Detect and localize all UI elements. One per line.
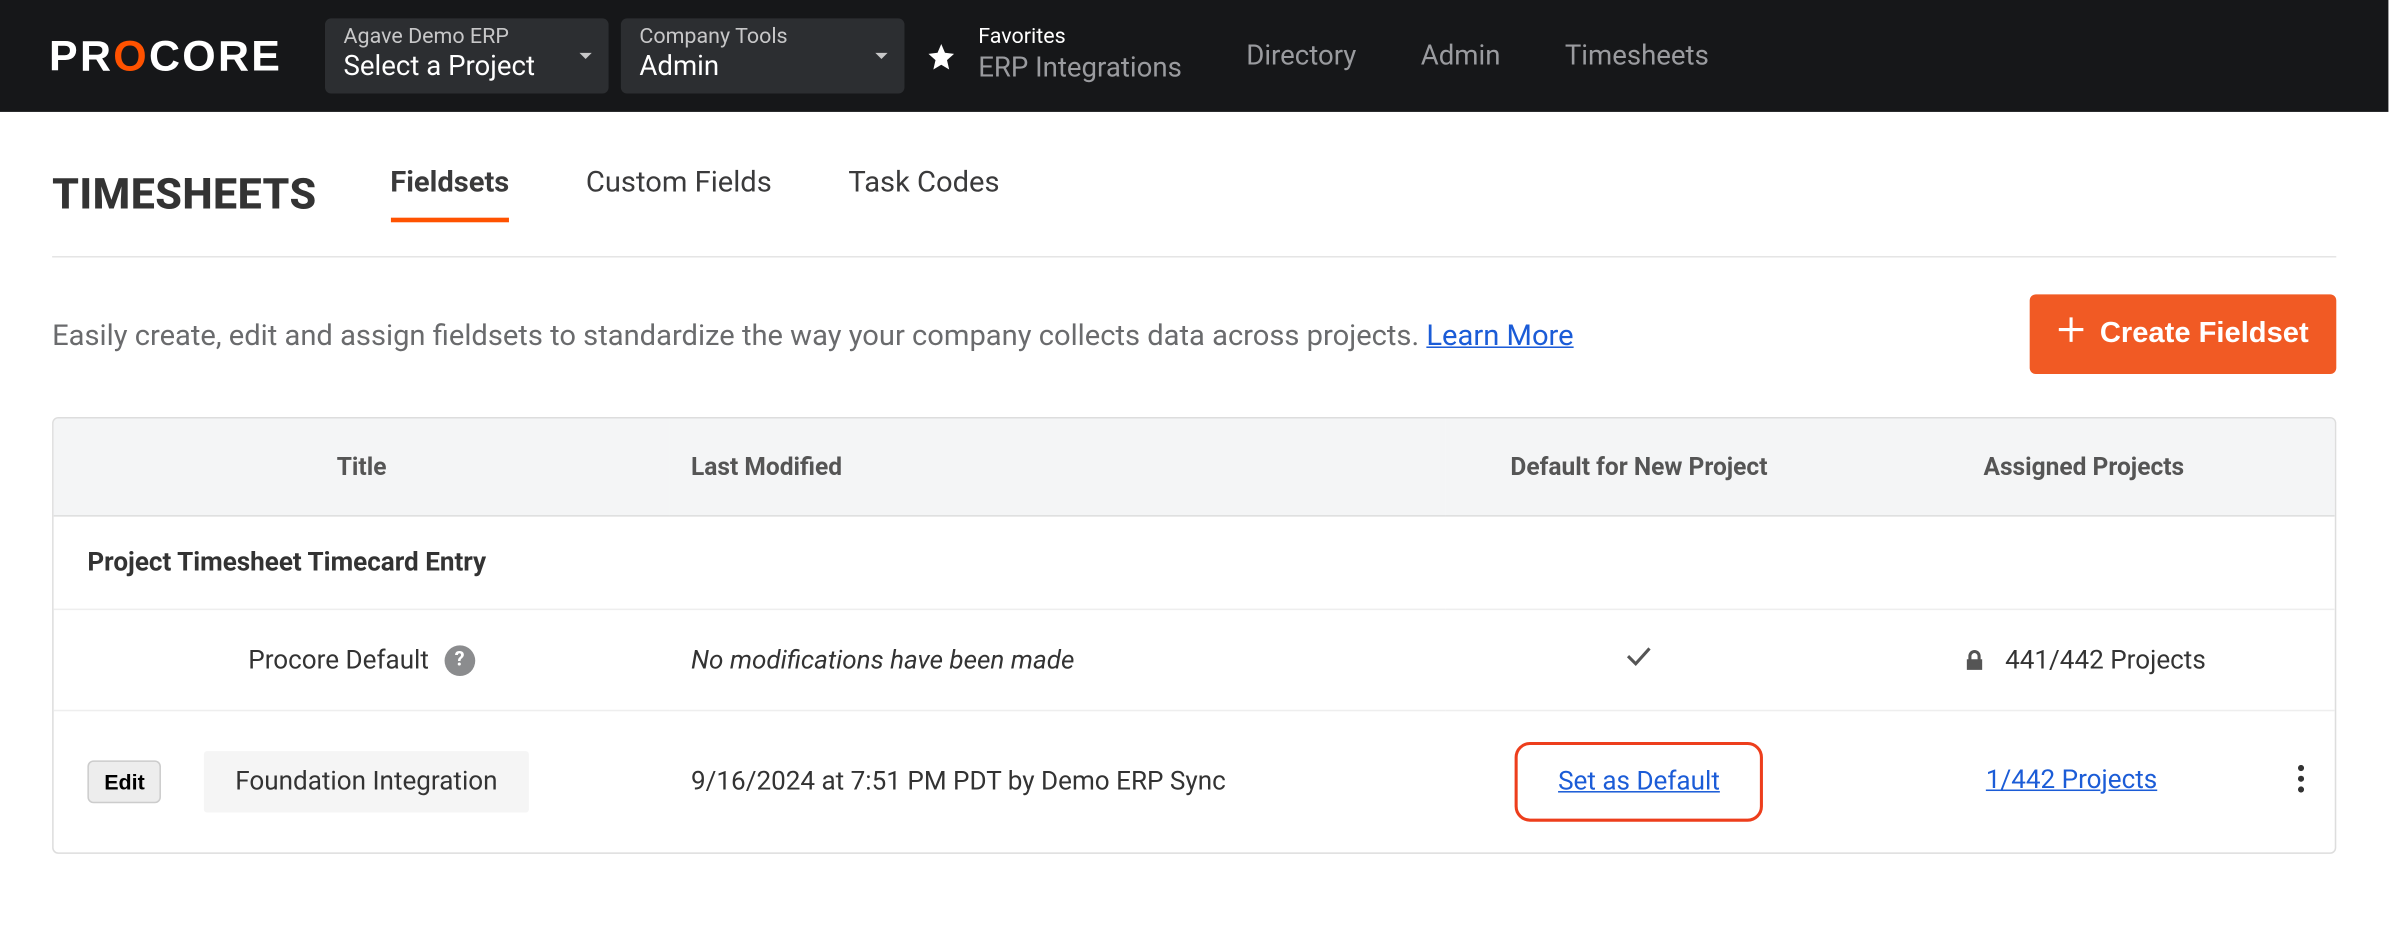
row-default-cell: Set as Default (1445, 711, 1833, 853)
nav-link-timesheets[interactable]: Timesheets (1565, 40, 1709, 72)
tab-fieldsets[interactable]: Fieldsets (390, 164, 509, 222)
row-title[interactable]: Foundation Integration (205, 751, 529, 812)
company-tools-dropdown[interactable]: Company Tools Admin (621, 19, 905, 93)
chevron-down-icon (578, 41, 593, 70)
description-text: Easily create, edit and assign fieldsets… (52, 317, 1574, 352)
row-modified: No modifications have been made (691, 645, 1074, 676)
plus-icon (2057, 316, 2085, 353)
chevron-down-icon (874, 41, 889, 70)
row-projects-link[interactable]: 1/442 Projects (1986, 764, 2157, 795)
row-projects-cell: 441/442 Projects (1833, 609, 2335, 710)
nav-link-admin[interactable]: Admin (1421, 40, 1501, 72)
project-selector-dropdown[interactable]: Agave Demo ERP Select a Project (325, 19, 609, 93)
page-header: TIMESHEETS Fieldsets Custom Fields Task … (0, 112, 2388, 222)
tab-task-codes[interactable]: Task Codes (848, 164, 999, 222)
create-fieldset-label: Create Fieldset (2100, 317, 2309, 351)
company-tools-top: Company Tools (639, 25, 886, 51)
col-header-default: Default for New Project (1445, 419, 1833, 516)
set-default-highlight: Set as Default (1515, 742, 1763, 822)
top-nav: PROCORE Agave Demo ERP Select a Project … (0, 0, 2388, 112)
col-header-title: Title (54, 419, 670, 516)
row-projects: 441/442 Projects (2005, 645, 2206, 676)
favorites-link[interactable]: ERP Integrations (978, 50, 1182, 89)
row-title-cell: Procore Default ? (75, 645, 648, 676)
section-header-row: Project Timesheet Timecard Entry (54, 516, 2335, 610)
table-row: Edit Foundation Integration 9/16/2024 at… (54, 711, 2335, 853)
row-title: Procore Default (248, 645, 429, 676)
description-row: Easily create, edit and assign fieldsets… (0, 258, 2388, 417)
lock-icon (1962, 648, 1987, 673)
company-tools-bottom: Admin (639, 51, 886, 84)
create-fieldset-button[interactable]: Create Fieldset (2029, 294, 2336, 374)
fieldsets-table: Title Last Modified Default for New Proj… (52, 417, 2336, 854)
col-header-projects: Assigned Projects (1833, 419, 2335, 516)
header-nav-links: Directory Admin Timesheets (1246, 40, 1709, 72)
row-title-cell: Edit Foundation Integration (75, 751, 648, 812)
row-default-cell (1445, 609, 1833, 710)
section-title: Project Timesheet Timecard Entry (54, 516, 2335, 610)
kebab-menu-icon[interactable] (2289, 764, 2314, 799)
set-as-default-link[interactable]: Set as Default (1558, 767, 1720, 798)
description-body: Easily create, edit and assign fieldsets… (52, 317, 1426, 352)
tabs: Fieldsets Custom Fields Task Codes (390, 164, 999, 222)
project-selector-top: Agave Demo ERP (344, 25, 591, 51)
procore-logo[interactable]: PROCORE (49, 31, 282, 80)
edit-button[interactable]: Edit (87, 760, 161, 803)
table-row: Procore Default ? No modifications have … (54, 609, 2335, 710)
row-projects-cell: 1/442 Projects (1833, 711, 2335, 853)
table-header-row: Title Last Modified Default for New Proj… (54, 419, 2335, 516)
check-icon (1624, 648, 1655, 679)
page-title: TIMESHEETS (52, 168, 317, 219)
favorites-block: Favorites ERP Integrations (978, 24, 1182, 88)
project-selector-bottom: Select a Project (344, 51, 591, 84)
tab-custom-fields[interactable]: Custom Fields (586, 164, 772, 222)
favorites-star-icon[interactable] (926, 41, 957, 72)
nav-link-directory[interactable]: Directory (1246, 40, 1356, 72)
help-icon[interactable]: ? (444, 645, 475, 676)
favorites-label: Favorites (978, 24, 1182, 50)
row-modified: 9/16/2024 at 7:51 PM PDT by Demo ERP Syn… (691, 767, 1226, 798)
col-header-modified: Last Modified (670, 419, 1446, 516)
learn-more-link[interactable]: Learn More (1426, 317, 1573, 352)
